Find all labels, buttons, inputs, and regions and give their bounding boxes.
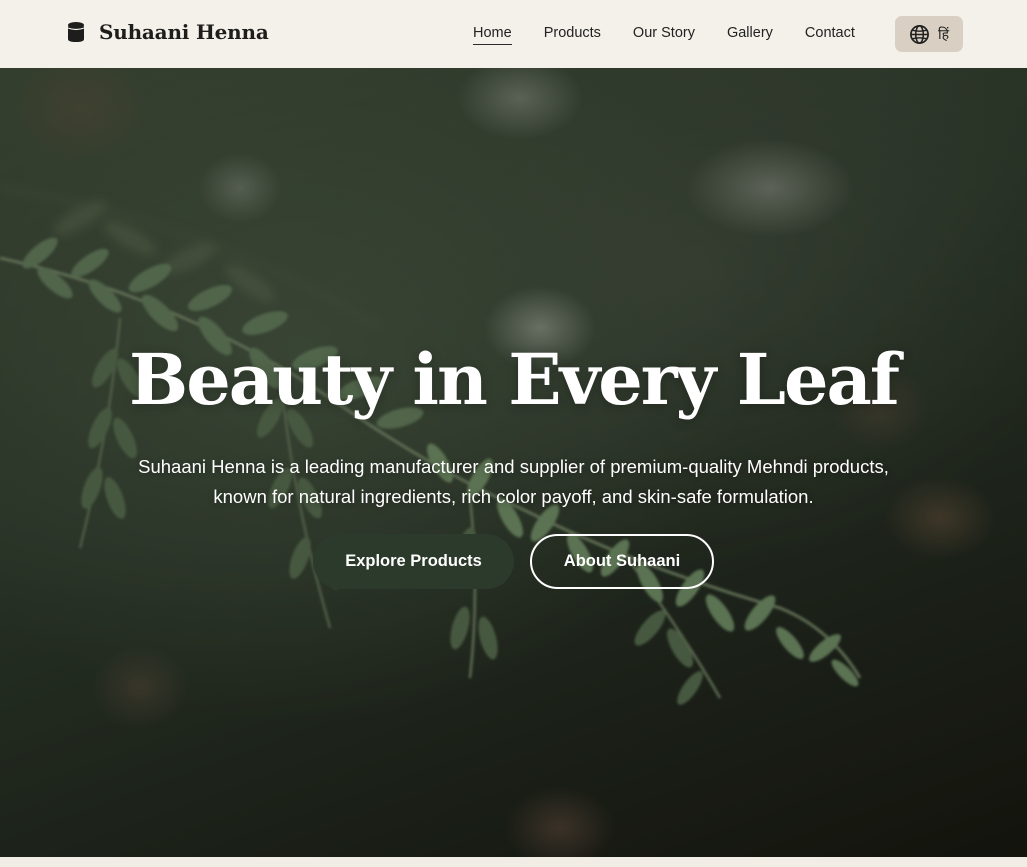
nav-products[interactable]: Products: [544, 24, 601, 45]
about-suhaani-button[interactable]: About Suhaani: [530, 534, 714, 589]
language-label: हिं: [937, 25, 950, 42]
hero-buttons: Explore Products About Suhaani: [313, 534, 714, 589]
hero-content: Beauty in Every Leaf Suhaani Henna is a …: [0, 338, 1027, 512]
jar-icon: [67, 22, 85, 42]
language-toggle-button[interactable]: हिं: [895, 16, 963, 52]
brand-name: Suhaani Henna: [99, 20, 269, 44]
nav-home[interactable]: Home: [473, 24, 512, 45]
nav-gallery[interactable]: Gallery: [727, 24, 773, 45]
nav-our-story[interactable]: Our Story: [633, 24, 695, 45]
explore-products-button[interactable]: Explore Products: [313, 534, 514, 589]
brand[interactable]: Suhaani Henna: [66, 20, 269, 44]
hero-title: Beauty in Every Leaf: [129, 338, 900, 421]
site-header: Suhaani Henna Home Products Our Story Ga…: [0, 0, 1027, 68]
main-nav: Home Products Our Story Gallery Contact: [473, 24, 887, 45]
next-section-edge: [0, 857, 1027, 867]
hero-subtitle: Suhaani Henna is a leading manufacturer …: [138, 456, 889, 507]
globe-icon: [910, 24, 929, 44]
nav-contact[interactable]: Contact: [805, 24, 855, 45]
hero-section: Beauty in Every Leaf Suhaani Henna is a …: [0, 68, 1027, 857]
